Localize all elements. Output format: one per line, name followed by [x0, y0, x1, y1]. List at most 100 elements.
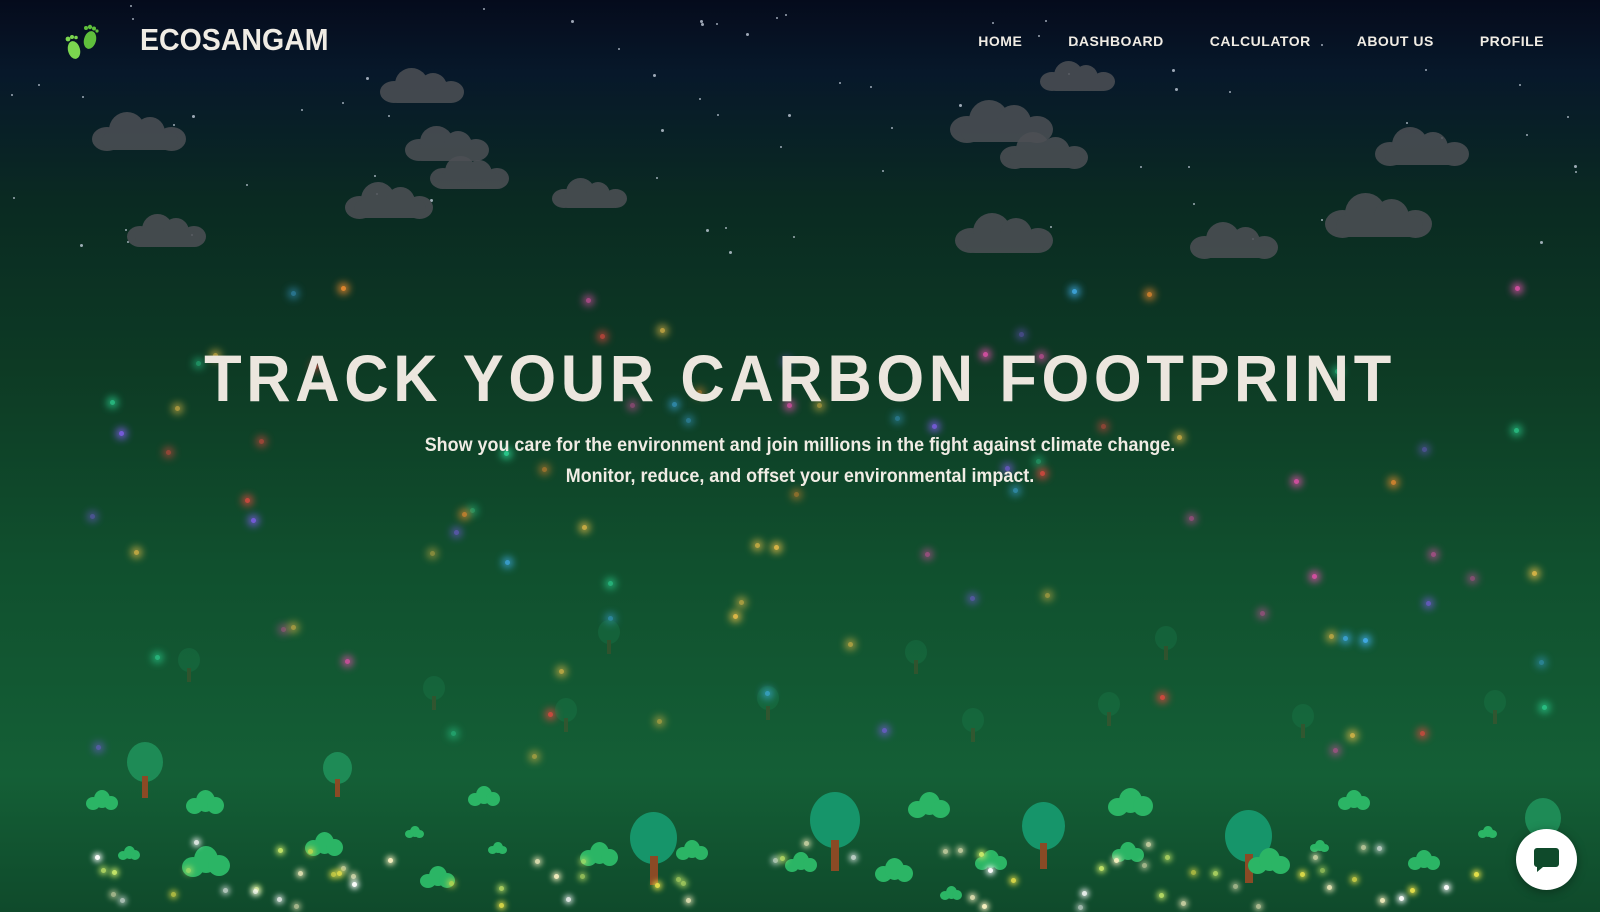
ground-light: [988, 868, 993, 873]
firefly: [134, 550, 139, 555]
firefly: [600, 334, 605, 339]
navbar: ECOSANGAM HOME DASHBOARD CALCULATOR ABOU…: [0, 0, 1600, 84]
star: [1540, 241, 1543, 244]
firefly: [291, 625, 296, 630]
nav-calculator[interactable]: CALCULATOR: [1210, 33, 1311, 49]
nav-dashboard[interactable]: DASHBOARD: [1068, 33, 1164, 49]
star: [1140, 166, 1142, 168]
ground-light: [979, 852, 984, 857]
ground-light: [580, 874, 585, 879]
firefly: [96, 745, 101, 750]
bush: [1108, 788, 1153, 816]
ground-light: [101, 868, 106, 873]
ground-light: [1099, 866, 1104, 871]
firefly: [1333, 748, 1338, 753]
hero-subtitle-line-1: Show you care for the environment and jo…: [424, 434, 1176, 456]
firefly: [755, 543, 760, 548]
firefly: [1312, 574, 1317, 579]
ground-light: [1213, 871, 1218, 876]
footprints-icon[interactable]: [62, 22, 104, 64]
ground-light: [1078, 905, 1083, 910]
firefly: [1343, 636, 1348, 641]
firefly: [155, 655, 160, 660]
ground-light: [1352, 877, 1357, 882]
star: [780, 146, 782, 148]
ground-light: [1313, 855, 1318, 860]
bush: [1478, 826, 1497, 838]
ground-light: [1474, 872, 1479, 877]
star: [246, 184, 248, 186]
ground-light: [1256, 904, 1261, 909]
firefly: [245, 498, 250, 503]
ground-light: [1233, 884, 1238, 889]
ground-light: [253, 889, 258, 894]
firefly: [505, 560, 510, 565]
firefly: [660, 328, 665, 333]
ground-light: [337, 871, 342, 876]
firefly: [1539, 660, 1544, 665]
ground-light: [943, 849, 948, 854]
star: [699, 98, 701, 100]
ground-light: [851, 855, 856, 860]
firefly: [532, 754, 537, 759]
firefly: [1350, 733, 1355, 738]
nav-about-us[interactable]: ABOUT US: [1357, 33, 1434, 49]
bush: [186, 790, 224, 814]
star: [891, 127, 893, 129]
nav-menu: HOME DASHBOARD CALCULATOR ABOUT US PROFI…: [978, 33, 1544, 49]
ground-light: [95, 855, 100, 860]
ground-light: [1380, 898, 1385, 903]
cloud: [1000, 125, 1090, 171]
star: [13, 197, 15, 199]
ground-light: [499, 886, 504, 891]
bush: [1338, 790, 1370, 810]
nav-profile[interactable]: PROFILE: [1480, 33, 1544, 49]
star: [729, 251, 732, 254]
bush: [488, 842, 507, 854]
star: [388, 115, 390, 117]
firefly: [90, 514, 95, 519]
cloud: [552, 172, 628, 210]
firefly: [882, 728, 887, 733]
firefly: [774, 545, 779, 550]
ground-light: [1114, 858, 1119, 863]
star: [82, 96, 84, 98]
firefly: [462, 512, 467, 517]
cloud: [1190, 215, 1280, 261]
firefly: [281, 627, 286, 632]
ground-light: [581, 859, 586, 864]
ground-light: [1146, 842, 1151, 847]
star: [301, 109, 303, 111]
firefly: [1019, 332, 1024, 337]
firefly: [345, 659, 350, 664]
ground-light: [1011, 878, 1016, 883]
star: [793, 236, 795, 238]
star: [1175, 88, 1178, 91]
nav-home[interactable]: HOME: [978, 33, 1022, 49]
bush: [405, 826, 424, 838]
star: [342, 102, 344, 104]
tree: [757, 686, 779, 720]
firefly: [1045, 593, 1050, 598]
brand-name[interactable]: ECOSANGAM: [140, 22, 329, 58]
star: [11, 94, 13, 96]
ground-light: [341, 866, 346, 871]
ground-light: [388, 858, 393, 863]
firefly: [970, 596, 975, 601]
star: [656, 177, 658, 179]
hero-title: TRACK YOUR CARBON FOOTPRINT: [204, 341, 1396, 415]
firefly: [251, 518, 256, 523]
ground-light: [277, 897, 282, 902]
ground-light: [294, 904, 299, 909]
chat-button[interactable]: [1516, 829, 1577, 890]
ground-light: [1361, 845, 1366, 850]
ground-light: [278, 848, 283, 853]
firefly: [1470, 576, 1475, 581]
ground-light: [352, 882, 357, 887]
bush: [1248, 848, 1290, 874]
bush: [86, 790, 118, 810]
star: [192, 115, 195, 118]
ground-light: [982, 904, 987, 909]
ground-light: [554, 874, 559, 879]
star: [788, 114, 791, 117]
